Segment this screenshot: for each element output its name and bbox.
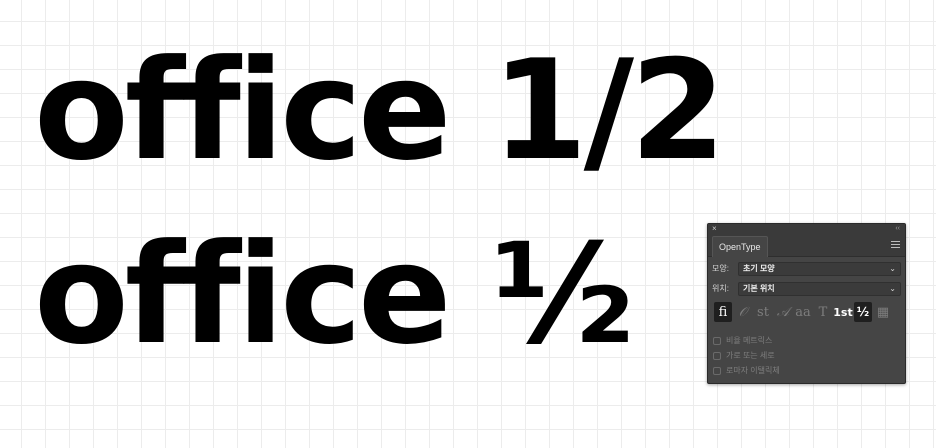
swash-icon[interactable]: 𝒜 — [774, 302, 792, 322]
tab-opentype[interactable]: OpenType — [712, 236, 768, 257]
checkbox-box[interactable] — [713, 352, 721, 360]
checkbox-box[interactable] — [713, 367, 721, 375]
panel-tabbar: OpenType — [708, 234, 905, 257]
close-icon[interactable]: × — [712, 224, 717, 234]
position-value: 기본 위치 — [743, 284, 775, 293]
panel-menu-icon[interactable] — [891, 241, 900, 250]
opentype-panel: × ‹‹ OpenType 모양: 초기 모양 ⌄ 위치: 기본 위치 ⌄ fi… — [707, 223, 906, 384]
sample-text-normal-fraction[interactable]: office 1/2 — [34, 42, 726, 180]
checkbox-label: 비율 메트릭스 — [726, 336, 773, 345]
fractions-icon[interactable]: ½ — [854, 302, 872, 322]
discretionary-ligatures-icon[interactable]: st — [754, 302, 772, 322]
contextual-alternates-icon[interactable]: 𝒪 — [734, 302, 752, 322]
shape-label: 모양: — [712, 264, 729, 273]
checkbox-proportional-metrics[interactable]: 비율 메트릭스 — [713, 335, 772, 347]
shape-row: 모양: 초기 모양 ⌄ — [712, 262, 901, 276]
chevron-down-icon: ⌄ — [889, 284, 896, 293]
checkbox-box[interactable] — [713, 337, 721, 345]
feature-icon-bar: fi 𝒪 st 𝒜 aa T 1st ½ ▦ — [714, 302, 892, 322]
panel-titlebar[interactable]: × ‹‹ — [708, 224, 905, 234]
shape-value: 초기 모양 — [743, 264, 775, 273]
position-row: 위치: 기본 위치 ⌄ — [712, 282, 901, 296]
shape-select[interactable]: 초기 모양 ⌄ — [738, 262, 901, 276]
collapse-icon[interactable]: ‹‹ — [895, 224, 900, 234]
checkbox-label: 로마자 이탤릭체 — [726, 366, 780, 375]
position-label: 위치: — [712, 284, 729, 293]
position-select[interactable]: 기본 위치 ⌄ — [738, 282, 901, 296]
chevron-down-icon: ⌄ — [889, 264, 896, 273]
standard-ligatures-icon[interactable]: fi — [714, 302, 732, 322]
checkbox-roman-italics[interactable]: 로마자 이탤릭체 — [713, 365, 780, 377]
checkbox-horizontal-or-vertical[interactable]: 가로 또는 세로 — [713, 350, 775, 362]
stylistic-sets-icon[interactable]: ▦ — [874, 302, 892, 322]
titling-alternates-icon[interactable]: T — [814, 302, 832, 322]
checkbox-label: 가로 또는 세로 — [726, 351, 775, 360]
stylistic-alternates-icon[interactable]: aa — [794, 302, 812, 322]
ordinals-icon[interactable]: 1st — [833, 302, 852, 322]
sample-text-opentype-fraction[interactable]: office ½ — [34, 226, 634, 364]
